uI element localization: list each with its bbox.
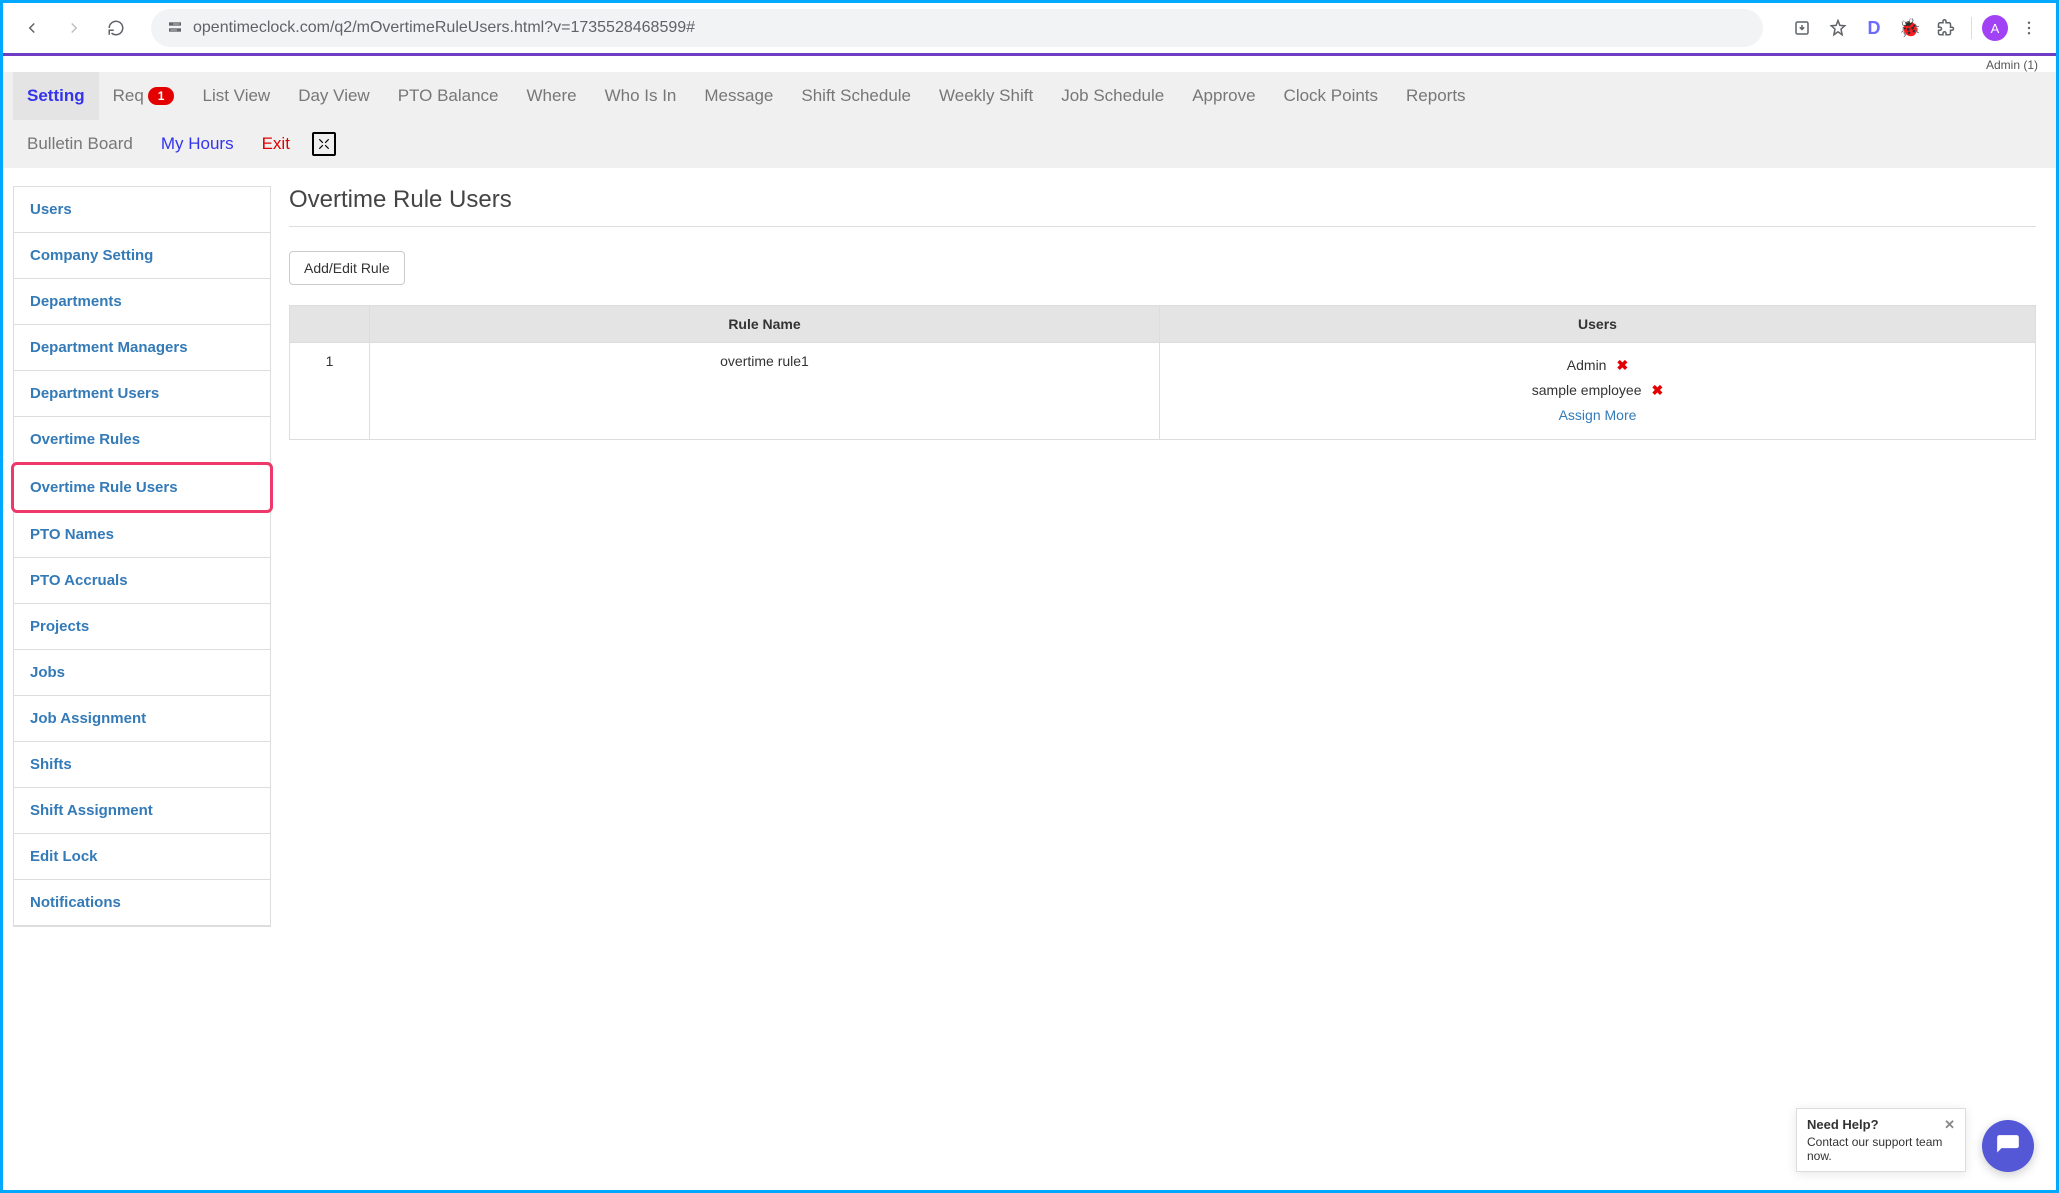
nav-shift-schedule[interactable]: Shift Schedule	[787, 72, 925, 120]
nav-req[interactable]: Req1	[99, 72, 189, 120]
row-users-cell: Admin ✖ sample employee ✖ Assign More	[1160, 343, 2036, 440]
sidebar-item-overtime-rules[interactable]: Overtime Rules	[14, 417, 270, 463]
logged-in-user: Admin (1)	[3, 56, 2056, 72]
assign-more-link[interactable]: Assign More	[1559, 407, 1637, 423]
sidebar-item-departments[interactable]: Departments	[14, 279, 270, 325]
nav-where[interactable]: Where	[513, 72, 591, 120]
sidebar-item-pto-names[interactable]: PTO Names	[14, 512, 270, 558]
remove-user-icon[interactable]: ✖	[1616, 357, 1628, 373]
remove-user-icon[interactable]: ✖	[1652, 382, 1664, 398]
sidebar-item-edit-lock[interactable]: Edit Lock	[14, 834, 270, 880]
forward-icon[interactable]	[57, 11, 91, 45]
site-info-icon[interactable]	[167, 19, 183, 38]
row-index: 1	[290, 343, 370, 440]
back-icon[interactable]	[15, 11, 49, 45]
col-users: Users	[1160, 306, 2036, 343]
sidebar-item-department-managers[interactable]: Department Managers	[14, 325, 270, 371]
nav-item-label: Shift Schedule	[801, 86, 911, 106]
nav-item-label: Day View	[298, 86, 370, 106]
nav-item-label: Who Is In	[605, 86, 677, 106]
sidebar-item-notifications[interactable]: Notifications	[14, 880, 270, 926]
assigned-user: Admin ✖	[1170, 353, 2025, 378]
chat-bubble-button[interactable]	[1982, 1120, 2034, 1172]
sidebar-item-pto-accruals[interactable]: PTO Accruals	[14, 558, 270, 604]
nav-item-label: Where	[527, 86, 577, 106]
nav-list-view[interactable]: List View	[188, 72, 284, 120]
nav-setting[interactable]: Setting	[13, 72, 99, 120]
nav-item-label: Setting	[27, 86, 85, 106]
nav-job-schedule[interactable]: Job Schedule	[1047, 72, 1178, 120]
nav-who-is-in[interactable]: Who Is In	[591, 72, 691, 120]
nav-my-hours[interactable]: My Hours	[147, 120, 248, 168]
toolbar-separator	[1971, 17, 1972, 39]
nav-item-label: Approve	[1192, 86, 1255, 106]
sidebar-item-shifts[interactable]: Shifts	[14, 742, 270, 788]
col-index	[290, 306, 370, 343]
install-icon[interactable]	[1787, 13, 1817, 43]
nav-pto-balance[interactable]: PTO Balance	[384, 72, 513, 120]
nav-badge: 1	[148, 87, 175, 105]
nav-item-label: List View	[202, 86, 270, 106]
assigned-user-name: Admin	[1567, 357, 1607, 373]
url-text: opentimeclock.com/q2/mOvertimeRuleUsers.…	[193, 19, 695, 37]
nav-day-view[interactable]: Day View	[284, 72, 384, 120]
table-row: 1overtime rule1 Admin ✖ sample employee ✖ Ass…	[290, 343, 2036, 440]
browser-toolbar: opentimeclock.com/q2/mOvertimeRuleUsers.…	[3, 3, 2056, 53]
help-widget-close-icon[interactable]: ✕	[1944, 1117, 1955, 1133]
nav-bulletin-board[interactable]: Bulletin Board	[13, 120, 147, 168]
help-widget-title: Need Help?	[1807, 1117, 1879, 1133]
sidebar-item-jobs[interactable]: Jobs	[14, 650, 270, 696]
assigned-user: sample employee ✖	[1170, 378, 2025, 403]
overtime-rule-users-table: Rule Name Users 1overtime rule1Admin✖sam…	[289, 305, 2036, 440]
nav-exit[interactable]: Exit	[248, 120, 304, 168]
sidebar-item-shift-assignment[interactable]: Shift Assignment	[14, 788, 270, 834]
help-widget-subtitle: Contact our support team now.	[1807, 1135, 1955, 1163]
profile-avatar[interactable]: A	[1982, 15, 2008, 41]
sidebar-item-company-setting[interactable]: Company Setting	[14, 233, 270, 279]
fullscreen-icon[interactable]	[312, 132, 336, 156]
col-rule-name: Rule Name	[370, 306, 1160, 343]
assigned-user-name: sample employee	[1532, 382, 1642, 398]
nav-weekly-shift[interactable]: Weekly Shift	[925, 72, 1047, 120]
row-rule-name: overtime rule1	[370, 343, 1160, 440]
nav-item-label: Message	[704, 86, 773, 106]
extension-d-icon[interactable]: D	[1859, 13, 1889, 43]
extension-bug-icon[interactable]: 🐞	[1895, 13, 1925, 43]
nav-approve[interactable]: Approve	[1178, 72, 1269, 120]
nav-item-label: Clock Points	[1284, 86, 1378, 106]
settings-sidebar: UsersCompany SettingDepartmentsDepartmen…	[13, 186, 271, 927]
help-widget: Need Help? ✕ Contact our support team no…	[1796, 1108, 1966, 1172]
page-title: Overtime Rule Users	[289, 186, 2036, 227]
url-bar[interactable]: opentimeclock.com/q2/mOvertimeRuleUsers.…	[151, 9, 1763, 47]
nav-reports[interactable]: Reports	[1392, 72, 1480, 120]
nav-message[interactable]: Message	[690, 72, 787, 120]
extensions-puzzle-icon[interactable]	[1931, 13, 1961, 43]
kebab-menu-icon[interactable]	[2014, 13, 2044, 43]
add-edit-rule-button[interactable]: Add/Edit Rule	[289, 251, 405, 285]
bookmark-star-icon[interactable]	[1823, 13, 1853, 43]
sidebar-item-overtime-rule-users[interactable]: Overtime Rule Users	[11, 462, 273, 513]
nav-item-label: Weekly Shift	[939, 86, 1033, 106]
top-navigation: Setting Req1 List View Day View PTO Balance W…	[3, 72, 2056, 168]
nav-item-label: Job Schedule	[1061, 86, 1164, 106]
reload-icon[interactable]	[99, 11, 133, 45]
nav-item-label: Reports	[1406, 86, 1466, 106]
sidebar-item-job-assignment[interactable]: Job Assignment	[14, 696, 270, 742]
nav-item-label: Req	[113, 86, 144, 106]
nav-item-label: PTO Balance	[398, 86, 499, 106]
nav-clock-points[interactable]: Clock Points	[1270, 72, 1392, 120]
sidebar-item-department-users[interactable]: Department Users	[14, 371, 270, 417]
sidebar-item-users[interactable]: Users	[14, 187, 270, 233]
sidebar-item-projects[interactable]: Projects	[14, 604, 270, 650]
